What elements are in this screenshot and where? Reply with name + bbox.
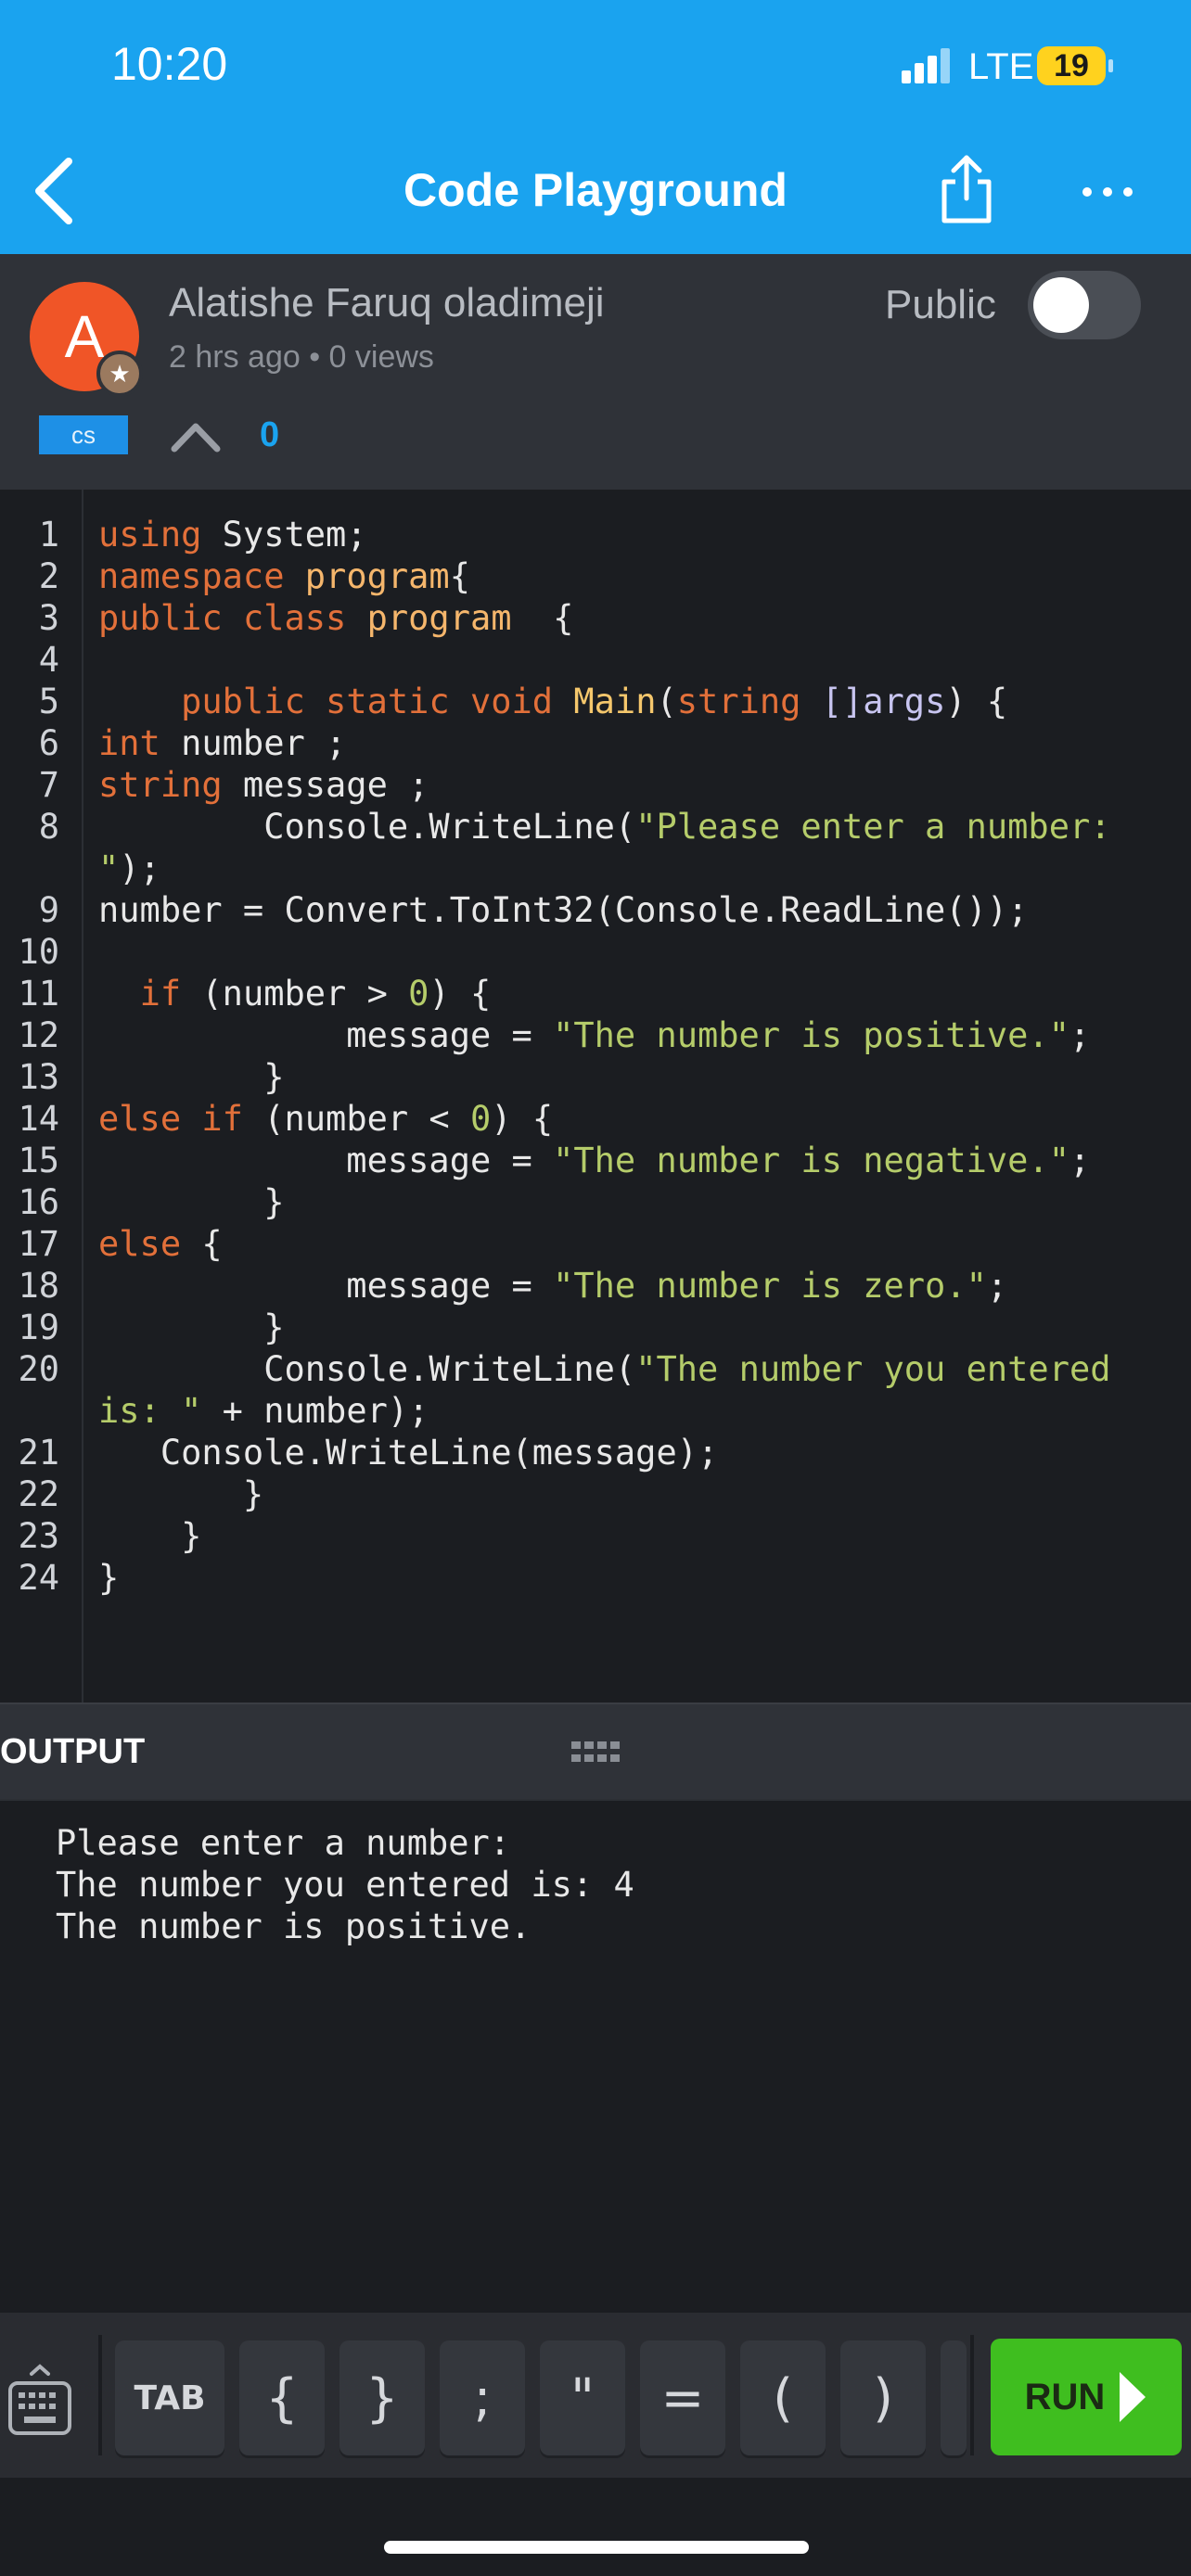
battery-level: 19 <box>1054 47 1089 83</box>
line-number: 24 <box>18 1558 59 1598</box>
output-header[interactable]: OUTPUT <box>0 1702 1191 1801</box>
line-number: 13 <box>18 1057 59 1097</box>
line-number: 15 <box>18 1141 59 1180</box>
line-number: 4 <box>38 640 59 680</box>
post-meta: 2 hrs ago • 0 views <box>169 339 434 375</box>
public-toggle[interactable] <box>1028 271 1141 339</box>
key-quote[interactable]: " <box>540 2340 625 2455</box>
play-triangle-icon <box>1120 2372 1146 2422</box>
code-editor[interactable]: 1 using System; 2 namespace program{ 3 publ… <box>0 490 1191 1702</box>
line-number: 7 <box>38 765 59 805</box>
output-line: Please enter a number: <box>56 1823 511 1863</box>
line-number: 17 <box>18 1224 59 1264</box>
public-label: Public <box>885 282 996 327</box>
line-number: 5 <box>38 682 59 721</box>
separator <box>98 2335 102 2455</box>
line-number: 2 <box>38 556 59 596</box>
output-label: OUTPUT <box>0 1732 146 1771</box>
author-header: A ★ Alatishe Faruq oladimeji 2 hrs ago •… <box>0 254 1191 490</box>
line-number: 3 <box>38 598 59 638</box>
drag-handle-icon[interactable] <box>571 1741 620 1766</box>
line-number: 1 <box>38 515 59 555</box>
key-close-paren[interactable]: ) <box>840 2340 926 2455</box>
line-number: 18 <box>18 1266 59 1306</box>
author-name[interactable]: Alatishe Faruq oladimeji <box>169 280 605 326</box>
line-number: 10 <box>18 932 59 972</box>
key-equals[interactable]: = <box>640 2340 725 2455</box>
more-dots-icon[interactable] <box>1080 176 1135 208</box>
run-label: RUN <box>1024 2376 1106 2417</box>
line-number: 19 <box>18 1307 59 1347</box>
output-line: The number is positive. <box>56 1906 531 1946</box>
line-number: 21 <box>18 1433 59 1473</box>
language-tag: cs <box>39 415 128 454</box>
home-area <box>0 2478 1191 2576</box>
separator <box>970 2335 974 2455</box>
home-indicator[interactable] <box>384 2541 809 2554</box>
output-line: The number you entered is: 4 <box>56 1865 634 1905</box>
share-icon[interactable] <box>937 154 996 224</box>
line-number: 12 <box>18 1015 59 1055</box>
vote-count: 0 <box>260 415 280 454</box>
line-number: 8 <box>38 807 59 847</box>
network-label: LTE <box>968 46 1034 87</box>
key-partial[interactable] <box>941 2340 967 2455</box>
line-number: 9 <box>38 890 59 930</box>
star-badge-icon: ★ <box>96 351 143 397</box>
line-number: 20 <box>18 1349 59 1389</box>
key-close-brace[interactable]: } <box>339 2340 425 2455</box>
status-time: 10:20 <box>111 38 228 90</box>
run-button[interactable]: RUN <box>991 2339 1182 2455</box>
line-number: 16 <box>18 1182 59 1222</box>
key-open-brace[interactable]: { <box>239 2340 325 2455</box>
signal-icon <box>902 48 952 83</box>
top-bar: 10:20 LTE 19 Code Playground <box>0 0 1191 254</box>
battery-icon: 19 <box>1037 46 1113 85</box>
line-number: 14 <box>18 1099 59 1139</box>
key-semicolon[interactable]: ; <box>440 2340 525 2455</box>
line-number: 11 <box>18 974 59 1014</box>
page-title: Code Playground <box>403 164 788 216</box>
line-number: 23 <box>18 1516 59 1556</box>
key-open-paren[interactable]: ( <box>740 2340 826 2455</box>
keyboard-icon[interactable] <box>7 2363 72 2437</box>
upvote-chevron-icon[interactable] <box>169 419 223 453</box>
key-tab[interactable]: TAB <box>115 2340 224 2455</box>
avatar-letter: A <box>64 303 105 370</box>
line-number: 6 <box>38 723 59 763</box>
keyboard-accessory-bar: TAB { } ; " = ( ) RUN <box>0 2313 1191 2478</box>
output-console: Please enter a number: The number you en… <box>0 1799 1191 2315</box>
line-number: 22 <box>18 1474 59 1514</box>
